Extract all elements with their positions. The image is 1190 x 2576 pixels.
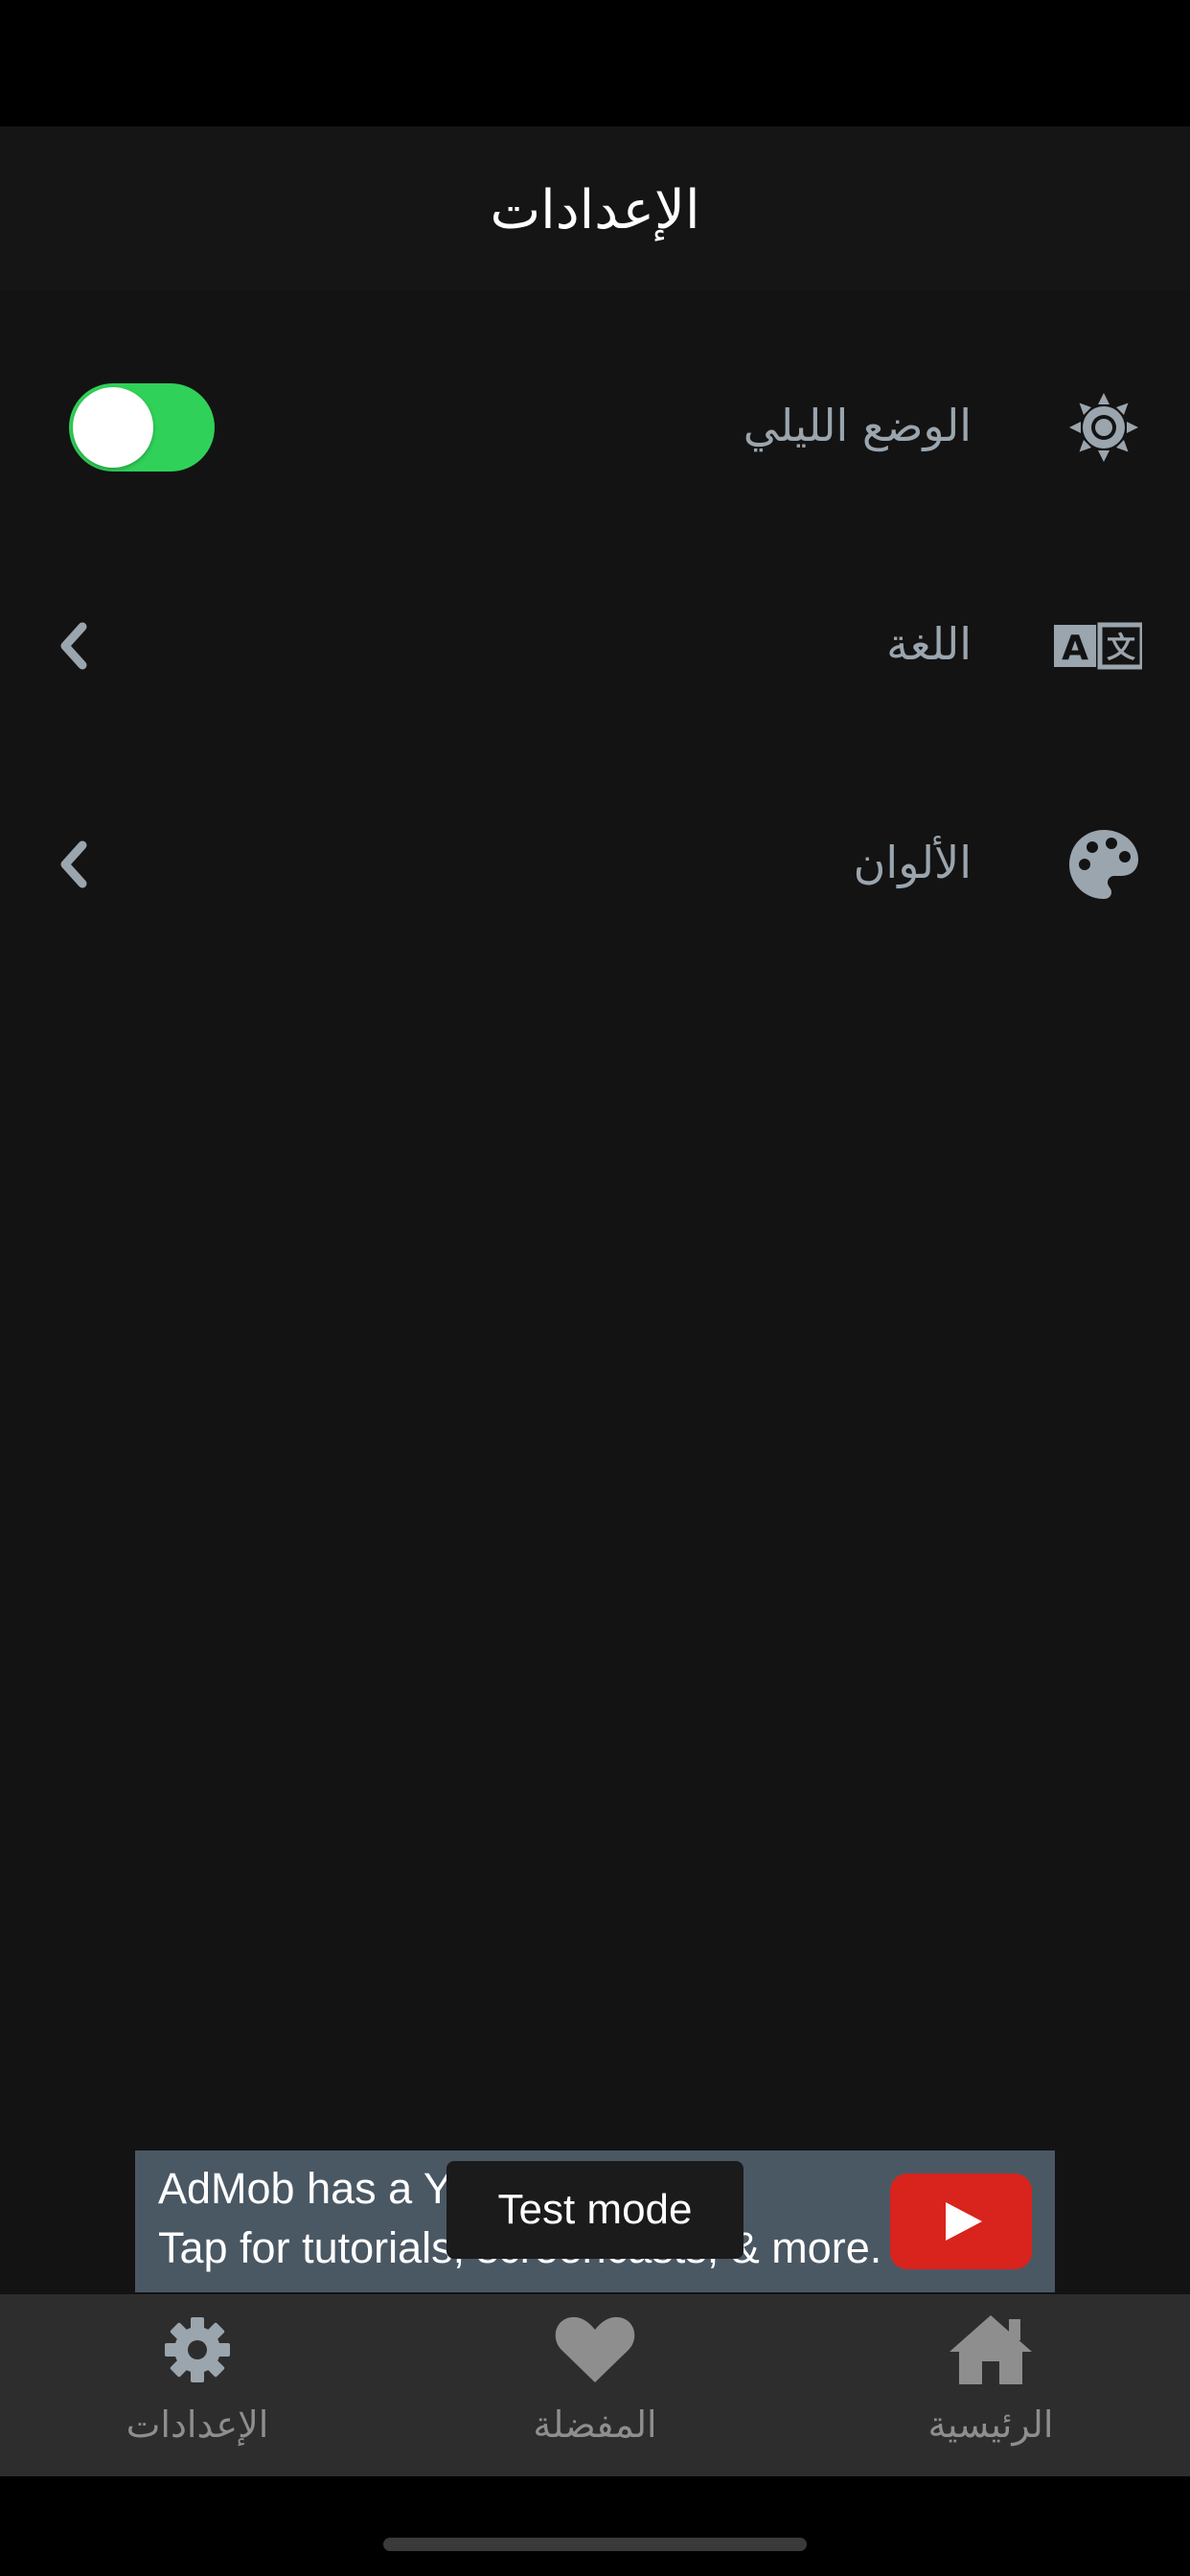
- nav-item-favorites[interactable]: المفضلة: [451, 2294, 739, 2476]
- heart-icon: [555, 2316, 635, 2382]
- gear-icon: [165, 2317, 230, 2382]
- ad-headline: AdMob has a Yo: [158, 2164, 472, 2213]
- chevron-left-icon: [60, 840, 87, 888]
- toggle-knob: [73, 387, 153, 468]
- nav-item-settings[interactable]: الإعدادات: [54, 2294, 341, 2476]
- colors-label: الألوان: [853, 837, 972, 888]
- palette-icon: [1069, 830, 1138, 899]
- bottom-safe-area: [0, 2476, 1190, 2576]
- svg-text:文: 文: [1107, 632, 1135, 665]
- nav-item-home[interactable]: الرئيسية: [847, 2294, 1134, 2476]
- test-mode-badge: Test mode: [446, 2161, 744, 2259]
- sun-icon: [1069, 393, 1138, 462]
- night-mode-toggle[interactable]: [69, 383, 215, 472]
- nav-label-home: الرئيسية: [927, 2404, 1054, 2446]
- nav-label-favorites: المفضلة: [533, 2404, 657, 2446]
- translate-icon: A 文: [1054, 622, 1142, 670]
- setting-row-language[interactable]: A 文 اللغة: [0, 577, 1190, 711]
- chevron-left-icon: [60, 622, 87, 670]
- home-icon: [950, 2315, 1032, 2384]
- nav-label-settings: الإعدادات: [126, 2404, 269, 2446]
- svg-text:A: A: [1062, 629, 1088, 668]
- home-indicator[interactable]: [383, 2538, 807, 2551]
- bottom-nav: الإعدادات المفضلة الرئيسية: [0, 2294, 1190, 2476]
- setting-row-night-mode: الوضع الليلي: [0, 358, 1190, 493]
- page-title: الإعدادات: [490, 179, 700, 242]
- setting-row-colors[interactable]: الألوان: [0, 795, 1190, 930]
- youtube-play-icon[interactable]: [890, 2174, 1032, 2269]
- language-label: اللغة: [886, 618, 972, 670]
- night-mode-label: الوضع الليلي: [743, 400, 972, 451]
- status-bar: [0, 0, 1190, 126]
